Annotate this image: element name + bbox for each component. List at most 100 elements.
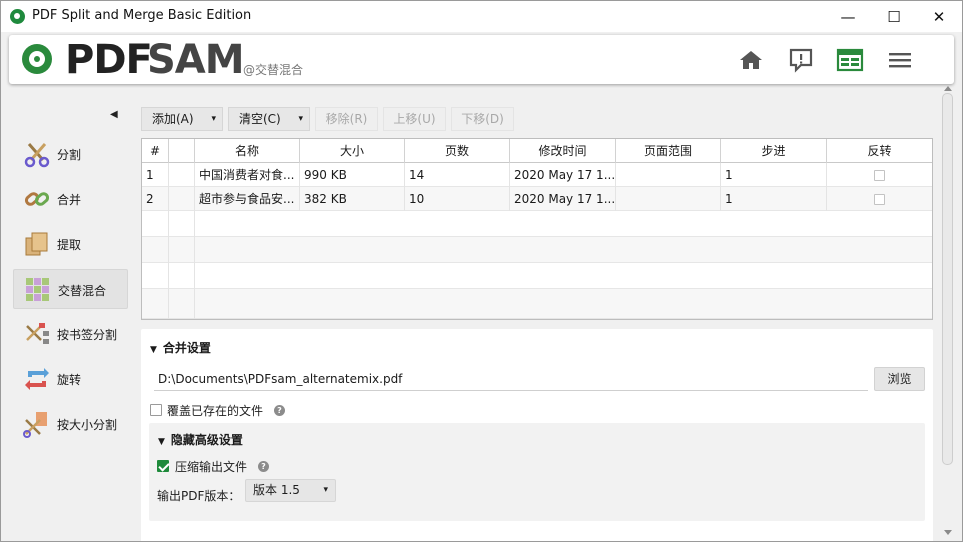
clear-button-label: 清空(C) [239, 112, 281, 126]
alternate-mix-icon [24, 276, 52, 304]
row-pages: 10 [405, 187, 510, 211]
pdfsam-logo-icon [22, 44, 52, 74]
pdf-version-value: 版本 1.5 [253, 483, 300, 497]
bookmark-split-icon [23, 320, 51, 348]
row-reverse-cell [827, 163, 932, 187]
scissors-icon [23, 140, 51, 168]
scroll-up-icon[interactable] [944, 85, 952, 91]
menu-icon[interactable] [886, 47, 914, 73]
overwrite-label: 覆盖已存在的文件 [167, 404, 264, 418]
sidebar-item-split-by-bookmarks[interactable]: 按书签分割 [13, 314, 128, 354]
remove-button[interactable]: 移除(R) [315, 107, 378, 131]
row-modified: 2020 May 17 1... [510, 187, 616, 211]
sidebar-collapse-icon[interactable]: ◀ [110, 109, 118, 120]
sidebar-item-label: 提取 [57, 238, 82, 252]
advanced-settings-panel: ▼ 隐藏高级设置 压缩输出文件 ? 输出PDF版本： [149, 423, 925, 521]
merge-settings-toggle[interactable]: ▼ 合并设置 [150, 339, 211, 356]
maximize-button[interactable]: ☐ [871, 1, 917, 32]
browse-button[interactable]: 浏览 [874, 367, 925, 391]
move-down-button[interactable]: 下移(D) [451, 107, 514, 131]
help-icon[interactable]: ? [258, 461, 269, 472]
column-header-pages[interactable]: 页数 [405, 139, 510, 163]
column-header-name[interactable]: 名称 [195, 139, 300, 163]
empty-row [142, 237, 932, 263]
empty-row [142, 211, 932, 237]
sidebar-item-label: 分割 [57, 148, 82, 162]
row-blank-cell [169, 163, 195, 187]
advanced-settings-title: 隐藏高级设置 [170, 433, 243, 447]
row-reverse-checkbox[interactable] [874, 170, 885, 181]
row-page-range[interactable] [616, 187, 721, 211]
column-header-index[interactable]: # [142, 139, 169, 163]
logo-text-sam: SAM [147, 37, 245, 83]
sidebar-item-label: 旋转 [57, 373, 82, 387]
sidebar-item-split-by-size[interactable]: 按大小分割 [13, 404, 128, 444]
table-row[interactable]: 1 中国消费者对食... 990 KB 14 2020 May 17 1... … [142, 163, 932, 187]
table-row[interactable]: 2 超市参与食品安... 382 KB 10 2020 May 17 1... … [142, 187, 932, 211]
app-window: PDF Split and Merge Basic Edition — ☐ ✕ … [0, 0, 963, 542]
row-index: 2 [142, 187, 169, 211]
sidebar-item-label: 合并 [57, 193, 82, 207]
sidebar-item-split[interactable]: 分割 [13, 134, 128, 174]
column-header-size[interactable]: 大小 [300, 139, 405, 163]
title-bar: PDF Split and Merge Basic Edition — ☐ ✕ [1, 1, 962, 32]
row-modified: 2020 May 17 1... [510, 163, 616, 187]
add-button[interactable]: 添加(A) ▾ [141, 107, 223, 131]
feedback-icon[interactable] [787, 47, 815, 73]
minimize-button[interactable]: — [825, 1, 871, 32]
output-path-field[interactable]: D:\Documents\PDFsam_alternatemix.pdf [154, 367, 868, 391]
row-step[interactable]: 1 [721, 187, 827, 211]
clear-button[interactable]: 清空(C) ▾ [228, 107, 310, 131]
rotate-icon [23, 365, 51, 393]
row-size: 990 KB [300, 163, 405, 187]
sidebar-item-label: 按大小分割 [57, 418, 118, 432]
sidebar-item-merge[interactable]: 合并 [13, 179, 128, 219]
pdf-version-label: 输出PDF版本： [157, 489, 241, 503]
size-split-icon [23, 410, 51, 438]
row-blank-cell [169, 187, 195, 211]
empty-row [142, 289, 932, 319]
merge-settings-panel: ▼ 合并设置 D:\Documents\PDFsam_alternatemix.p… [141, 329, 933, 541]
pdf-version-select[interactable]: 版本 1.5 ▾ [245, 479, 336, 502]
column-header-modified[interactable]: 修改时间 [510, 139, 616, 163]
close-button[interactable]: ✕ [916, 1, 962, 32]
collapse-triangle-icon: ▼ [150, 345, 157, 355]
home-icon[interactable] [737, 47, 765, 73]
vertical-scrollbar[interactable] [942, 93, 953, 465]
window-title: PDF Split and Merge Basic Edition [32, 8, 252, 23]
sidebar-item-alternate-mix[interactable]: 交替混合 [13, 269, 128, 309]
chevron-down-icon: ▾ [323, 485, 328, 495]
column-header-step[interactable]: 步进 [721, 139, 827, 163]
scroll-down-icon[interactable] [944, 530, 952, 536]
column-header-page-range[interactable]: 页面范围 [616, 139, 721, 163]
move-up-button[interactable]: 上移(U) [383, 107, 446, 131]
row-step[interactable]: 1 [721, 163, 827, 187]
sidebar-item-extract[interactable]: 提取 [13, 224, 128, 264]
clear-dropdown-icon: ▾ [298, 114, 303, 124]
merge-settings-title: 合并设置 [162, 341, 211, 355]
app-icon [10, 9, 25, 24]
column-header-blank[interactable] [169, 139, 195, 163]
compress-label: 压缩输出文件 [175, 460, 248, 474]
column-header-reverse[interactable]: 反转 [827, 139, 932, 163]
compress-checkbox[interactable] [157, 460, 169, 472]
row-page-range[interactable] [616, 163, 721, 187]
row-pages: 14 [405, 163, 510, 187]
row-reverse-cell [827, 187, 932, 211]
row-index: 1 [142, 163, 169, 187]
logo-text-pdf: PDF [65, 37, 153, 83]
sidebar-item-rotate[interactable]: 旋转 [13, 359, 128, 399]
files-table: # 名称 大小 页数 修改时间 页面范围 步进 反转 1 中国消费者对食... … [141, 138, 933, 320]
row-reverse-checkbox[interactable] [874, 194, 885, 205]
sidebar-item-label: 交替混合 [58, 284, 107, 298]
empty-row [142, 263, 932, 289]
overwrite-checkbox[interactable] [150, 404, 162, 416]
dashboard-icon[interactable] [836, 47, 864, 73]
app-header: PDF SAM @交替混合 [9, 35, 954, 84]
advanced-settings-toggle[interactable]: ▼ 隐藏高级设置 [158, 431, 243, 448]
help-icon[interactable]: ? [274, 405, 285, 416]
extract-pages-icon [23, 230, 51, 258]
row-size: 382 KB [300, 187, 405, 211]
table-header: # 名称 大小 页数 修改时间 页面范围 步进 反转 [142, 139, 932, 163]
add-dropdown-icon: ▾ [211, 114, 216, 124]
